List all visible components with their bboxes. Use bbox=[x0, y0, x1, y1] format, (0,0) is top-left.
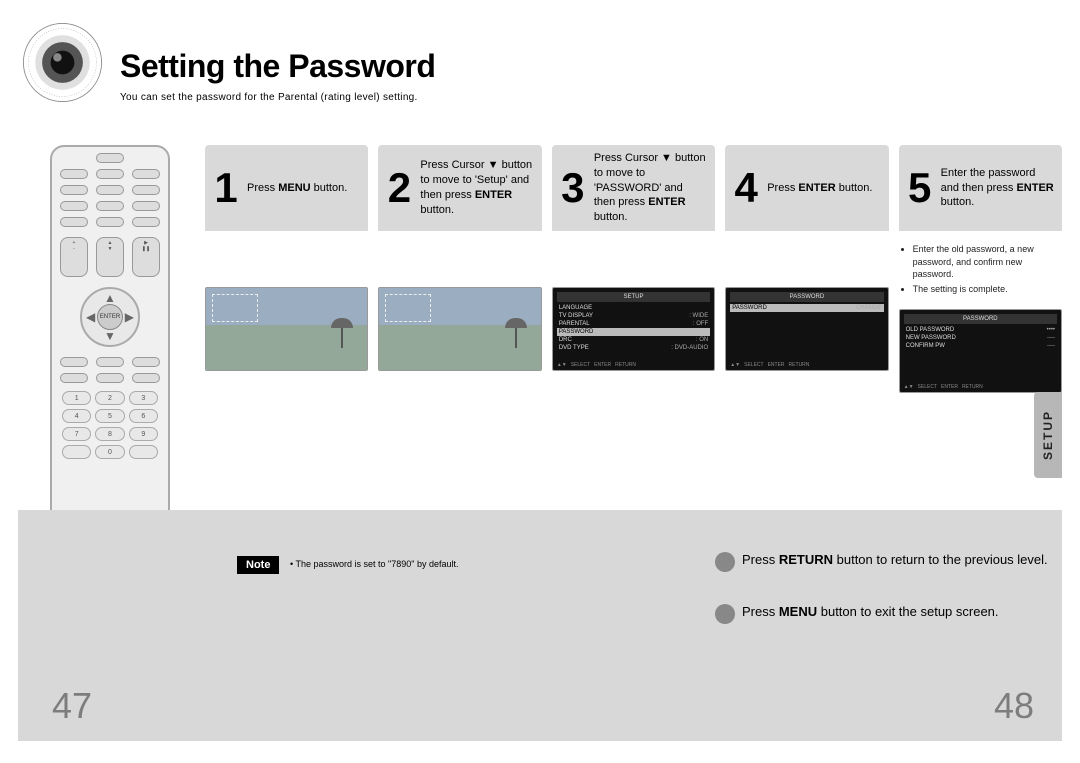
note-badge: Note bbox=[237, 556, 279, 574]
remote-dpad: ▲ ▼ ◀ ▶ ENTER bbox=[80, 287, 140, 347]
page-subtitle: You can set the password for the Parenta… bbox=[120, 92, 418, 103]
tv-scene bbox=[379, 288, 540, 370]
step-note-item: Enter the old password, a new password, … bbox=[913, 243, 1062, 281]
steps-row: 1Press MENU button.2Press Cursor ▼ butto… bbox=[205, 145, 1062, 393]
footer-area bbox=[18, 510, 1062, 741]
step-text: Press Cursor ▼ button to move to 'PASSWO… bbox=[594, 151, 707, 225]
footer-line-menu: Press MENU button to exit the setup scre… bbox=[742, 604, 999, 619]
side-tab-label: SETUP bbox=[1041, 410, 1055, 460]
step-header: 4 Press ENTER button. bbox=[725, 145, 888, 231]
step-text: Press MENU button. bbox=[247, 181, 347, 196]
step-number: 5 bbox=[905, 167, 935, 209]
header: Setting the Password You can set the pas… bbox=[20, 20, 1060, 110]
step-text: Press ENTER button. bbox=[767, 181, 872, 196]
footer-bullet-icon bbox=[715, 552, 735, 572]
step-3: 3Press Cursor ▼ button to move to 'PASSW… bbox=[552, 145, 715, 393]
osd-screen: SETUPLANGUAGETV DISPLAY: WIDEPARENTAL: O… bbox=[553, 288, 714, 370]
step-5: 5Enter the password and then press ENTER… bbox=[899, 145, 1062, 393]
tv-scene bbox=[206, 288, 367, 370]
footer-bullet-icon bbox=[715, 604, 735, 624]
step-note-item: The setting is complete. bbox=[913, 283, 1062, 296]
step-header: 2Press Cursor ▼ button to move to 'Setup… bbox=[378, 145, 541, 231]
step-media: PASSWORDOLD PASSWORD••••NEW PASSWORD----… bbox=[899, 309, 1062, 393]
step-media bbox=[205, 287, 368, 371]
page-title: Setting the Password bbox=[120, 48, 435, 85]
step-media: SETUPLANGUAGETV DISPLAY: WIDEPARENTAL: O… bbox=[552, 287, 715, 371]
remote-enter-button: ENTER bbox=[97, 304, 123, 330]
step-1: 1 Press MENU button. bbox=[205, 145, 368, 393]
page-number-right: 48 bbox=[994, 685, 1034, 727]
step-number: 4 bbox=[731, 167, 761, 209]
step-2: 2Press Cursor ▼ button to move to 'Setup… bbox=[378, 145, 541, 393]
page-number-left: 47 bbox=[52, 685, 92, 727]
step-media: PASSWORDPASSWORDCHANGE▲▼SELECTENTERRETUR… bbox=[725, 287, 888, 371]
step-notes: Enter the old password, a new password, … bbox=[899, 243, 1062, 295]
step-header: 3Press Cursor ▼ button to move to 'PASSW… bbox=[552, 145, 715, 231]
step-number: 3 bbox=[558, 167, 588, 209]
step-4: 4 Press ENTER button. PASSWORDPASSWORDCHAN… bbox=[725, 145, 888, 393]
speaker-icon bbox=[20, 20, 105, 105]
footer-line-return: Press RETURN button to return to the pre… bbox=[742, 552, 1048, 567]
step-number: 2 bbox=[384, 167, 414, 209]
side-tab-setup: SETUP bbox=[1034, 392, 1062, 478]
step-text: Press Cursor ▼ button to move to 'Setup'… bbox=[420, 158, 533, 217]
step-header: 1 Press MENU button. bbox=[205, 145, 368, 231]
note-text: • The password is set to "7890" by defau… bbox=[290, 559, 458, 569]
step-number: 1 bbox=[211, 167, 241, 209]
osd-screen: PASSWORDPASSWORDCHANGE▲▼SELECTENTERRETUR… bbox=[726, 288, 887, 370]
step-media bbox=[378, 287, 541, 371]
osd-screen: PASSWORDOLD PASSWORD••••NEW PASSWORD----… bbox=[900, 310, 1061, 392]
step-text: Enter the password and then press ENTER … bbox=[941, 166, 1054, 211]
step-header: 5Enter the password and then press ENTER… bbox=[899, 145, 1062, 231]
